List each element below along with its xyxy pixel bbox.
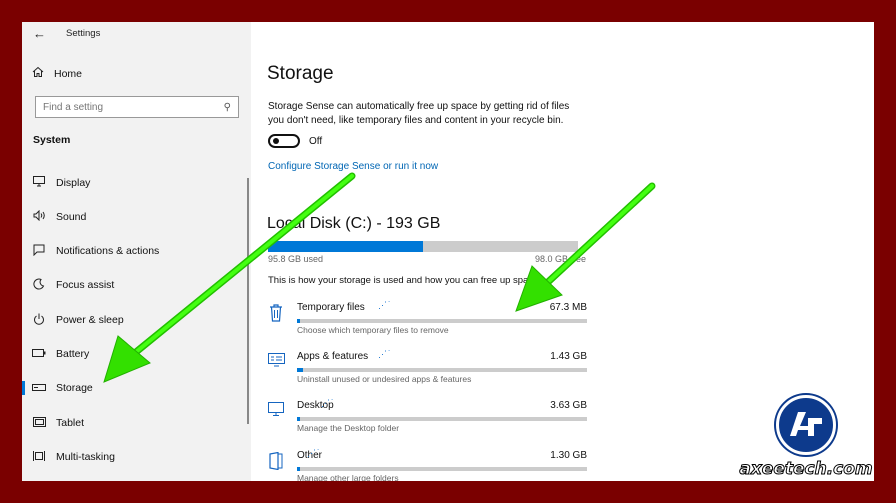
home-icon <box>32 66 44 81</box>
notifications-icon <box>22 244 56 259</box>
watermark: axeetech.com <box>738 395 874 483</box>
window-title: Settings <box>66 28 101 39</box>
power-icon <box>22 313 56 328</box>
search-icon[interactable]: ⚲ <box>224 102 231 113</box>
storage-icon <box>22 382 56 394</box>
watermark-text: axeetech.com <box>739 459 873 480</box>
category-description: Choose which temporary files to remove <box>297 325 449 335</box>
category-description: Manage the Desktop folder <box>297 423 400 433</box>
category-name: Apps & features <box>297 351 369 362</box>
sidebar-item-label: Notifications & actions <box>56 245 160 257</box>
sidebar-item-label: Power & sleep <box>56 314 124 326</box>
sound-icon <box>22 209 56 224</box>
category-usage-bar <box>297 368 587 372</box>
home-label: Home <box>54 67 83 80</box>
title-bar: ← Settings <box>22 22 251 46</box>
loading-spinner-icon: ⋰˙ <box>378 300 392 310</box>
category-apps-features[interactable]: Apps & features ⋰˙ 1.43 GB Uninstall unu… <box>267 349 587 397</box>
section-title: System <box>33 134 71 146</box>
focus-assist-icon <box>22 278 56 293</box>
sidebar-item-label: Sound <box>56 211 87 223</box>
toggle-state-label: Off <box>309 136 323 147</box>
category-size: 67.3 MB <box>549 302 587 313</box>
sidebar-item-label: Display <box>56 177 91 189</box>
category-usage-fill <box>297 467 300 471</box>
axeetech-logo-icon <box>776 395 836 455</box>
category-usage-fill <box>297 319 300 323</box>
category-usage-fill <box>297 368 303 372</box>
disk-used-label: 95.8 GB used <box>268 254 324 264</box>
search-input[interactable] <box>43 101 224 113</box>
back-arrow-icon[interactable]: ← <box>33 26 46 41</box>
multitasking-icon <box>22 450 56 465</box>
toggle-knob <box>273 138 279 144</box>
sidebar-item-label: Battery <box>56 348 90 360</box>
sidebar-item-label: Multi-tasking <box>56 451 115 463</box>
sidebar-scrollbar[interactable] <box>247 178 249 424</box>
sidebar-item-storage[interactable]: Storage <box>22 373 251 403</box>
category-name: Temporary files <box>297 302 365 313</box>
sidebar-item-sound[interactable]: Sound <box>22 202 251 232</box>
category-usage-fill <box>297 417 300 421</box>
disk-usage-fill <box>268 241 423 252</box>
category-usage-bar <box>297 467 587 471</box>
storage-sense-toggle[interactable] <box>268 134 300 148</box>
category-description: Manage other large folders <box>297 473 399 481</box>
sidebar-item-tablet[interactable]: Tablet <box>22 408 251 438</box>
configure-storage-sense-link[interactable]: Configure Storage Sense or run it now <box>268 161 438 172</box>
loading-spinner-icon: ⋰˙ <box>307 448 321 458</box>
search-box[interactable]: ⚲ <box>35 96 239 118</box>
sidebar-item-notifications[interactable]: Notifications & actions <box>22 236 251 266</box>
loading-spinner-icon: ⋰˙ <box>321 398 335 408</box>
loading-spinner-icon: ⋰˙ <box>378 349 392 359</box>
battery-icon <box>22 348 56 360</box>
storage-sense-description: Storage Sense can automatically free up … <box>268 101 570 126</box>
sidebar-item-label: Focus assist <box>56 279 115 291</box>
other-folder-icon <box>267 451 285 472</box>
page-title: Storage <box>267 63 334 84</box>
storage-usage-heading: This is how your storage is used and how… <box>268 275 542 286</box>
disk-title: Local Disk (C:) - 193 GB <box>267 215 441 232</box>
category-desktop[interactable]: Desktop ⋰˙ 3.63 GB Manage the Desktop fo… <box>267 398 587 446</box>
apps-icon <box>267 353 285 373</box>
home-nav-item[interactable]: Home <box>32 66 82 81</box>
disk-free-label: 98.0 GB free <box>535 254 587 264</box>
sidebar: ← Settings Home ⚲ System Display Sound <box>22 22 251 481</box>
category-temporary-files[interactable]: Temporary files ⋰˙ 67.3 MB Choose which … <box>267 300 587 348</box>
sidebar-item-battery[interactable]: Battery <box>22 339 251 369</box>
trash-icon <box>267 304 285 324</box>
category-size: 1.43 GB <box>550 351 587 362</box>
sidebar-item-power-sleep[interactable]: Power & sleep <box>22 305 251 335</box>
category-other[interactable]: Other ⋰˙ 1.30 GB Manage other large fold… <box>267 448 587 481</box>
display-icon <box>22 176 56 190</box>
category-size: 1.30 GB <box>550 450 587 461</box>
sidebar-item-display[interactable]: Display <box>22 168 251 198</box>
sidebar-item-label: Tablet <box>56 417 85 429</box>
category-usage-bar <box>297 319 587 323</box>
sidebar-item-multitasking[interactable]: Multi-tasking <box>22 442 251 472</box>
tablet-icon <box>22 416 56 430</box>
sidebar-item-focus-assist[interactable]: Focus assist <box>22 270 251 300</box>
sidebar-item-label: Storage <box>56 382 93 394</box>
category-usage-bar <box>297 417 587 421</box>
desktop-icon <box>267 402 285 422</box>
category-description: Uninstall unused or undesired apps & fea… <box>297 374 472 384</box>
disk-usage-bar <box>268 241 578 252</box>
category-size: 3.63 GB <box>550 400 587 411</box>
